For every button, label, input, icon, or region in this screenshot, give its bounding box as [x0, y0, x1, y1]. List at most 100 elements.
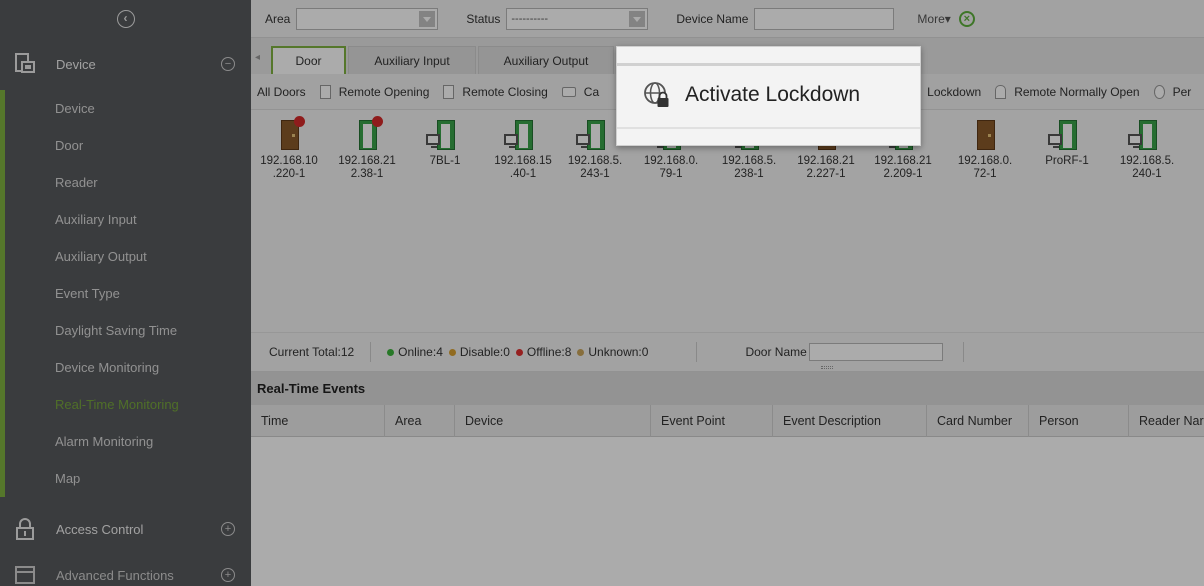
- cancel-alarm-icon: [561, 86, 576, 97]
- remote-opening-label: Remote Opening: [338, 84, 430, 99]
- clear-filter-icon[interactable]: ×: [958, 10, 975, 27]
- door-name-line2: 2.227-1: [806, 168, 846, 180]
- remote-closing-button[interactable]: Remote Closing: [443, 84, 548, 99]
- unlock-icon: [995, 84, 1007, 99]
- chevron-down-icon[interactable]: [419, 10, 436, 27]
- sidebar-group-label: Device: [56, 56, 96, 72]
- column-header-time[interactable]: Time: [251, 404, 385, 437]
- area-select[interactable]: [296, 7, 439, 30]
- sidebar-item-real-time-monitoring[interactable]: Real-Time Monitoring: [5, 386, 251, 423]
- all-doors-button[interactable]: All Doors: [257, 85, 306, 99]
- offline-status-icon: [515, 348, 523, 356]
- column-header-event-description[interactable]: Event Description: [773, 404, 927, 437]
- sidebar-group-label: Access Control: [56, 521, 144, 537]
- activate-lockdown-button[interactable]: Activate Lockdown: [643, 81, 860, 109]
- activate-lockdown-label: Activate Lockdown: [685, 83, 861, 106]
- remote-normally-open-button[interactable]: Remote Normally Open: [995, 84, 1140, 99]
- door-item[interactable]: 192.168.0. 72-1: [947, 118, 1023, 181]
- door-online-icon: [498, 118, 548, 152]
- door-open-icon: [319, 84, 331, 99]
- door-name-line1: 192.168.21: [338, 155, 396, 167]
- collapse-group-icon[interactable]: −: [221, 57, 235, 71]
- door-online-icon: [420, 118, 470, 152]
- door-name-search-input[interactable]: [808, 343, 943, 361]
- expand-group-icon[interactable]: +: [221, 568, 235, 582]
- status-label: Status: [466, 11, 501, 26]
- door-item[interactable]: 7BL-1: [407, 118, 483, 168]
- resize-handle[interactable]: [821, 366, 833, 369]
- door-name-label: Door Name: [745, 345, 807, 359]
- tab-auxiliary-input[interactable]: Auxiliary Input: [348, 46, 476, 74]
- door-name-line1: 192.168.10: [260, 155, 318, 167]
- door-name-line2: 2.209-1: [883, 168, 923, 180]
- column-header-event-point[interactable]: Event Point: [651, 404, 773, 437]
- all-doors-label: All Doors: [257, 84, 306, 99]
- door-closed-icon: [264, 116, 314, 152]
- door-item[interactable]: 192.168.5. 240-1: [1109, 118, 1185, 181]
- activate-lockdown-callout[interactable]: Activate Lockdown: [616, 46, 921, 146]
- status-bar: Current Total:12 Online:4 Disable:0 Offl…: [251, 332, 1204, 372]
- sidebar-item-daylight-saving-time[interactable]: Daylight Saving Time: [5, 312, 251, 349]
- door-closed-icon: [960, 118, 1010, 152]
- chevron-down-icon[interactable]: [629, 10, 646, 27]
- column-header-area[interactable]: Area: [385, 404, 455, 437]
- lockdown-button[interactable]: Lockdown: [927, 85, 981, 99]
- device-icon: [15, 53, 35, 73]
- door-name-line1: 192.168.0.: [957, 155, 1013, 167]
- sidebar-item-reader[interactable]: Reader: [5, 164, 251, 201]
- tab-auxiliary-output[interactable]: Auxiliary Output: [478, 46, 614, 74]
- sidebar-group-access-control[interactable]: Access Control +: [0, 503, 251, 555]
- column-header-card-number[interactable]: Card Number: [927, 404, 1029, 437]
- door-name-line1: 192.168.21: [874, 155, 932, 167]
- cancel-alarm-button[interactable]: Ca: [561, 85, 599, 99]
- sidebar-item-map[interactable]: Map: [5, 460, 251, 497]
- status-select[interactable]: ----------: [506, 7, 649, 30]
- unknown-count: Unknown:0: [588, 345, 649, 359]
- column-header-person[interactable]: Person: [1029, 404, 1129, 437]
- remote-opening-button[interactable]: Remote Opening: [319, 84, 430, 99]
- door-item[interactable]: 192.168.21 2.38-1: [329, 116, 405, 181]
- more-filters-button[interactable]: More▾: [917, 12, 950, 26]
- expand-group-icon[interactable]: +: [221, 522, 235, 536]
- door-item[interactable]: ProRF-1: [1029, 118, 1105, 168]
- column-header-device[interactable]: Device: [455, 404, 651, 437]
- door-name-line2: 79-1: [659, 168, 683, 180]
- sidebar-item-device[interactable]: Device: [5, 90, 251, 127]
- sidebar-item-device-monitoring[interactable]: Device Monitoring: [5, 349, 251, 386]
- unknown-status-icon: [577, 348, 585, 356]
- device-name-input[interactable]: [754, 7, 895, 30]
- sidebar-item-auxiliary-input[interactable]: Auxiliary Input: [5, 201, 251, 238]
- disable-count: Disable:0: [459, 345, 510, 359]
- sidebar-item-alarm-monitoring[interactable]: Alarm Monitoring: [5, 423, 251, 460]
- disable-status-icon: [448, 348, 456, 356]
- door-name-line1: 192.168.5.: [567, 155, 623, 167]
- remote-closing-label: Remote Closing: [462, 84, 548, 99]
- device-name-label: Device Name: [676, 11, 749, 26]
- filter-bar: Area Status ---------- Device Name More▾…: [251, 0, 1204, 38]
- advanced-functions-icon: [15, 566, 35, 584]
- events-table-header: Time Area Device Event Point Event Descr…: [251, 404, 1204, 437]
- column-header-reader-name[interactable]: Reader Nar: [1129, 405, 1204, 437]
- sidebar-item-event-type[interactable]: Event Type: [5, 275, 251, 312]
- personnel-button[interactable]: Per: [1153, 84, 1192, 99]
- divider: [370, 342, 372, 362]
- sidebar-item-auxiliary-output[interactable]: Auxiliary Output: [5, 238, 251, 275]
- door-open-icon: [342, 116, 392, 152]
- door-item[interactable]: 192.168.15 .40-1: [485, 118, 561, 181]
- door-online-icon: [570, 118, 620, 152]
- sidebar-group-device[interactable]: Device −: [0, 38, 251, 90]
- tab-door[interactable]: Door: [271, 46, 346, 74]
- person-icon: [1153, 84, 1165, 99]
- tab-scroll-left-icon[interactable]: ◂: [255, 52, 260, 63]
- sidebar-item-door[interactable]: Door: [5, 127, 251, 164]
- door-item[interactable]: 192.168.10 .220-1: [251, 116, 327, 181]
- sidebar-group-label: Advanced Functions: [56, 567, 174, 583]
- sidebar-collapse-bar: ‹: [0, 0, 251, 38]
- personnel-label: Per: [1172, 84, 1192, 99]
- sidebar-group-advanced-functions[interactable]: Advanced Functions +: [0, 555, 251, 586]
- current-total: Current Total:12: [269, 345, 355, 359]
- alarm-badge-icon: [372, 116, 383, 127]
- door-name-line2: .40-1: [509, 168, 537, 180]
- online-count: Online:4: [398, 345, 443, 359]
- collapse-sidebar-icon[interactable]: ‹: [116, 10, 135, 28]
